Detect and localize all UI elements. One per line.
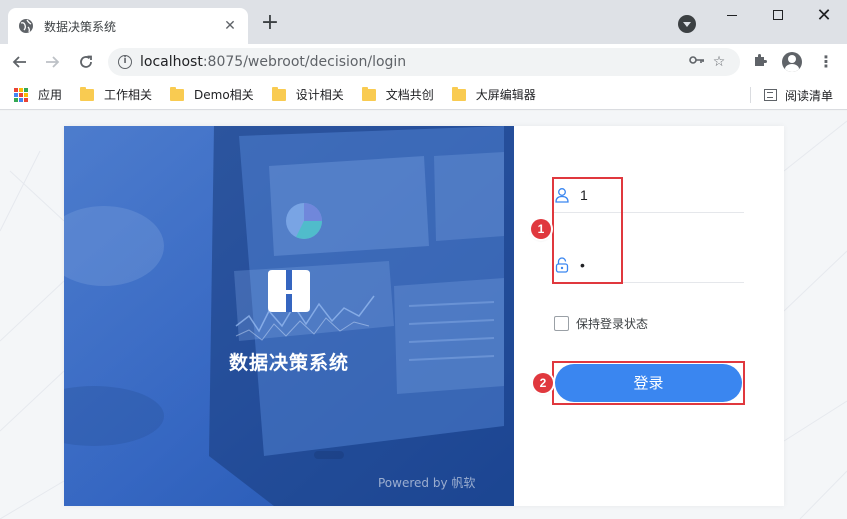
bookmarks-bar: 应用 工作相关 Demo相关 设计相关 文档共创 大屏编辑器 阅读清单 [0,80,847,110]
divider [750,87,751,103]
kebab-menu-icon[interactable]: ⋮ [816,52,836,72]
login-form: 1 保持登录状态 登录 2 [514,126,784,506]
key-icon[interactable] [686,54,708,70]
arrow-left-icon [12,56,26,68]
tab-search-icon[interactable] [678,15,696,33]
arrow-right-icon [46,56,60,68]
folder-icon [80,86,95,101]
browser-toolbar: i localhost:8075/webroot/decision/login … [0,44,847,80]
reading-list-icon [763,89,777,101]
annotation-box-credentials [552,177,623,284]
page-content: 数据决策系统 Powered by 帆软 1 • 1 保持登录状态 登录 2 [0,111,847,519]
checkbox-icon[interactable] [554,316,569,331]
remember-login-checkbox[interactable]: 保持登录状态 [554,315,648,332]
bookmark-label: 文档共创 [385,88,434,102]
forward-button[interactable] [38,48,66,76]
reload-icon [80,55,92,68]
fanruan-logo-icon [268,270,310,312]
bookmark-folder-work[interactable]: 工作相关 [80,86,152,103]
bookmark-label: Demo相关 [194,88,254,102]
tablet-illustration [64,126,514,506]
login-card: 数据决策系统 Powered by 帆软 1 • 1 保持登录状态 登录 2 [64,126,784,506]
bookmark-apps[interactable]: 应用 [14,86,62,103]
star-icon[interactable]: ☆ [708,54,730,70]
tab-title: 数据决策系统 [44,19,117,34]
extensions-icon[interactable] [750,52,770,72]
reload-button[interactable] [72,48,100,76]
bookmark-folder-docs[interactable]: 文档共创 [361,86,434,103]
folder-icon [271,86,286,101]
bookmark-folder-demo[interactable]: Demo相关 [170,86,254,103]
close-window-button[interactable]: ✕ [801,0,847,30]
globe-icon [18,18,34,34]
back-button[interactable] [6,48,34,76]
folder-icon [170,86,185,101]
minimize-button[interactable] [709,0,755,30]
address-bar[interactable]: i localhost:8075/webroot/decision/login … [108,48,740,76]
bookmark-label: 设计相关 [295,88,344,102]
url-text[interactable]: localhost:8075/webroot/decision/login [140,54,686,70]
hero-panel: 数据决策系统 Powered by 帆软 [64,126,514,506]
system-title: 数据决策系统 [228,352,349,374]
browser-tab[interactable]: 数据决策系统 ✕ [8,8,248,44]
profile-avatar-icon[interactable] [782,52,802,72]
remember-login-label: 保持登录状态 [576,317,649,331]
powered-by-text: Powered by 帆软 [378,476,476,490]
close-tab-icon[interactable]: ✕ [222,18,238,34]
info-icon[interactable]: i [118,55,132,69]
new-tab-button[interactable]: + [258,12,282,36]
bookmark-label: 应用 [38,88,63,102]
annotation-box-login [552,361,745,405]
folder-icon [361,86,376,101]
annotation-badge-1: 1 [531,219,551,239]
maximize-button[interactable] [755,0,801,30]
apps-grid-icon [14,87,28,102]
bookmark-label: 工作相关 [104,88,153,102]
annotation-badge-2: 2 [533,373,553,393]
bookmark-folder-design[interactable]: 设计相关 [271,86,344,103]
reading-list-label: 阅读清单 [784,88,833,103]
tab-strip: 数据决策系统 ✕ + ✕ [0,0,847,44]
bookmark-folder-screen[interactable]: 大屏编辑器 [451,86,536,103]
bookmark-label: 大屏编辑器 [475,88,536,102]
reading-list-button[interactable]: 阅读清单 [763,80,833,110]
folder-icon [451,86,466,101]
